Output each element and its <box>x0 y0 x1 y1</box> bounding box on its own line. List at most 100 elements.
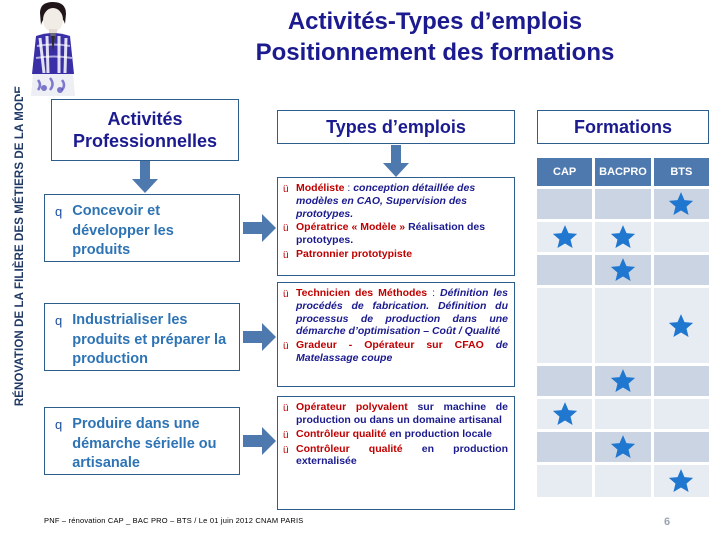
star-icon <box>610 225 636 249</box>
checkmark-icon: ü <box>283 249 289 261</box>
star-icon <box>610 258 636 282</box>
checkmark-icon: ü <box>283 289 289 300</box>
formation-cell-bts[interactable] <box>653 366 709 396</box>
formation-cell-cap[interactable] <box>537 288 593 363</box>
formations-row <box>537 465 709 497</box>
formations-row <box>537 399 709 429</box>
arrow-right-icon <box>243 323 276 351</box>
job-types-cell[interactable]: ü Modéliste : conception détaillée des mo… <box>277 177 515 276</box>
arrow-down-icon <box>132 161 158 193</box>
arrow-right-icon <box>243 427 276 455</box>
activity-label: Produire dans une démarche sérielle ou a… <box>72 416 217 471</box>
checkmark-icon: ü <box>283 429 289 441</box>
formation-cell-bts[interactable] <box>653 465 709 497</box>
formation-cell-bacpro[interactable] <box>595 288 651 363</box>
page-number: 6 <box>664 516 671 528</box>
formations-row <box>537 189 709 219</box>
square-bullet-icon: q <box>55 313 63 328</box>
star-icon <box>610 435 636 459</box>
square-bullet-icon: q <box>55 204 63 219</box>
job-label: Technicien des Méthodes : Définition les… <box>296 287 508 338</box>
formation-cell-bts[interactable] <box>653 432 709 462</box>
job-list-item: ü Gradeur - Opérateur sur CFAO de Matelas… <box>283 339 508 365</box>
formation-cell-cap[interactable] <box>537 255 593 285</box>
footer-text: PNF – rénovation CAP _ BAC PRO – BTS / L… <box>44 516 304 525</box>
formations-body <box>537 189 709 497</box>
formation-cell-bacpro[interactable] <box>595 222 651 252</box>
checkmark-icon: ü <box>283 444 289 456</box>
formation-cell-bts[interactable] <box>653 189 709 219</box>
job-types-cell[interactable]: ü Opérateur polyvalent sur machine de pro… <box>277 396 515 510</box>
formation-column-bts: BTS <box>653 158 709 186</box>
activity-box[interactable]: q Concevoir et développer les produits <box>44 194 240 262</box>
formation-cell-bacpro[interactable] <box>595 465 651 497</box>
star-icon <box>552 225 577 249</box>
job-list-item: ü Contrôleur qualité en production locale <box>283 428 508 442</box>
formation-cell-bacpro[interactable] <box>595 432 651 462</box>
column-header-formations: Formations <box>537 110 709 144</box>
formation-cell-bacpro[interactable] <box>595 189 651 219</box>
job-list-item: ü Contrôleur qualité en production extern… <box>283 443 508 469</box>
formation-cell-cap[interactable] <box>537 432 593 462</box>
formation-cell-bacpro[interactable] <box>595 399 651 429</box>
job-list-item: ü Patronnier prototypiste <box>283 248 508 262</box>
column-header-activites-professionnelles: Activités Professionnelles <box>51 99 239 161</box>
formation-column-bacpro: BACPRO <box>595 158 651 186</box>
job-label: Patronnier prototypiste <box>296 247 413 260</box>
activity-box[interactable]: q Industrialiser les produits et prépare… <box>44 303 240 371</box>
star-icon <box>610 369 636 393</box>
formations-row <box>537 366 709 396</box>
formation-cell-cap[interactable] <box>537 399 593 429</box>
formation-cell-cap[interactable] <box>537 465 593 497</box>
checkmark-icon: ü <box>283 223 289 235</box>
job-label: Contrôleur qualité en production externa… <box>296 442 508 468</box>
page-title: Activités-Types d’emplois Positionnement… <box>170 6 700 68</box>
formation-cell-bts[interactable] <box>653 255 709 285</box>
job-list-item: ü Modéliste : conception détaillée des mo… <box>283 182 508 220</box>
activity-label: Concevoir et développer les produits <box>72 203 174 258</box>
formation-cell-bacpro[interactable] <box>595 366 651 396</box>
checkmark-icon: ü <box>283 341 289 353</box>
star-icon <box>669 469 694 493</box>
formations-row <box>537 288 709 363</box>
checkmark-icon: ü <box>283 184 289 195</box>
formations-grid: CAP BACPRO BTS <box>537 158 709 506</box>
formation-cell-bts[interactable] <box>653 222 709 252</box>
arrow-down-icon <box>383 145 409 177</box>
column-header-activites-line1: Activités <box>107 109 183 129</box>
formation-cell-bts[interactable] <box>653 288 709 363</box>
job-types-cell[interactable]: ü Technicien des Méthodes : Définition le… <box>277 282 515 387</box>
model-illustration <box>20 0 86 97</box>
formation-cell-bacpro[interactable] <box>595 255 651 285</box>
job-label: Gradeur - Opérateur sur CFAO de Matelass… <box>296 339 509 364</box>
job-list-item: ü Opératrice « Modèle » Réalisation des p… <box>283 221 508 247</box>
formation-cell-cap[interactable] <box>537 366 593 396</box>
column-header-types-emplois: Types d’emplois <box>277 110 515 144</box>
formations-row <box>537 222 709 252</box>
checkmark-icon: ü <box>283 403 289 414</box>
formation-cell-cap[interactable] <box>537 222 593 252</box>
job-list-item: ü Opérateur polyvalent sur machine de pro… <box>283 401 508 427</box>
page-title-line2: Positionnement des formations <box>255 39 615 66</box>
job-list-item: ü Technicien des Méthodes : Définition le… <box>283 287 508 338</box>
formations-row <box>537 255 709 285</box>
activity-label: Industrialiser les produits et préparer … <box>72 312 227 367</box>
formations-row <box>537 432 709 462</box>
job-label: Opératrice « Modèle » Réalisation des pr… <box>296 221 486 247</box>
square-bullet-icon: q <box>55 417 63 432</box>
formations-header-row: CAP BACPRO BTS <box>537 158 709 186</box>
activity-box[interactable]: q Produire dans une démarche sérielle ou… <box>44 407 240 475</box>
job-label: Contrôleur qualité en production locale <box>296 427 493 440</box>
formation-cell-bts[interactable] <box>653 399 709 429</box>
page-title-line1: Activités-Types d’emplois <box>287 8 583 35</box>
star-icon <box>552 402 577 426</box>
job-label: Opérateur polyvalent sur machine de prod… <box>296 401 509 426</box>
job-label: Modéliste : conception détaillée des mod… <box>296 182 476 220</box>
formation-cell-cap[interactable] <box>537 189 593 219</box>
arrow-right-icon <box>243 214 276 242</box>
star-icon <box>669 192 694 216</box>
star-icon <box>669 313 694 337</box>
formation-column-cap: CAP <box>537 158 593 186</box>
fashion-model-photo <box>20 0 86 97</box>
column-header-activites-line2: Professionnelles <box>72 131 218 151</box>
